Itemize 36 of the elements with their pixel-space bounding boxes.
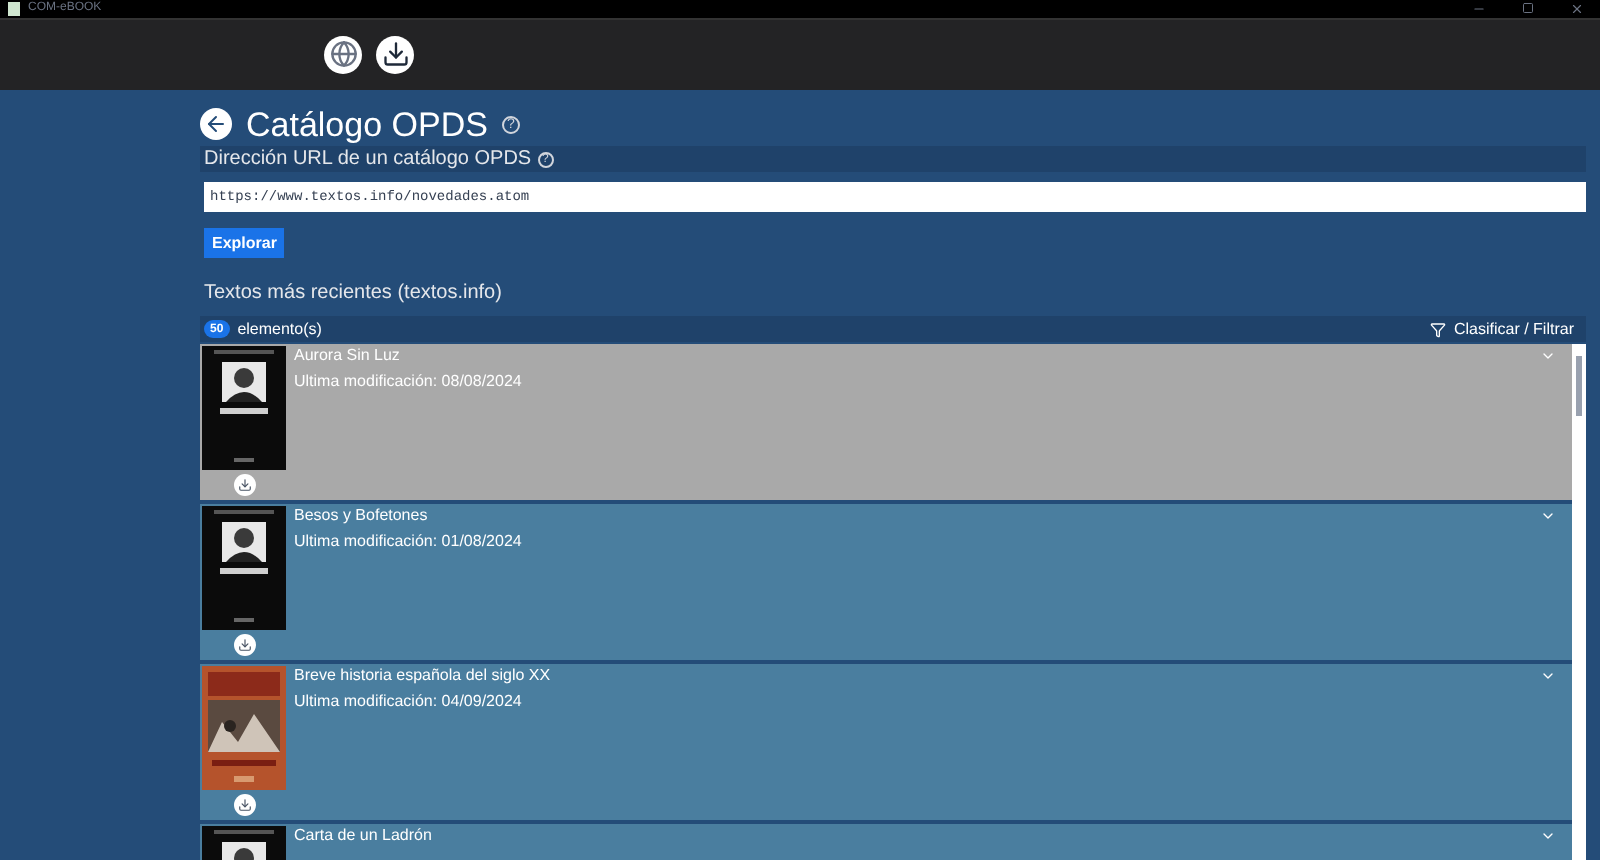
download-icon <box>237 638 251 652</box>
modified-date: Ultima modificación: 08/08/2024 <box>294 374 524 390</box>
book-title: Breve historia española del siglo XX <box>294 668 553 684</box>
download-icon <box>381 40 409 69</box>
maximize-icon[interactable] <box>1522 2 1534 15</box>
globe-button[interactable] <box>324 35 362 74</box>
back-icon <box>204 112 228 136</box>
book-row[interactable]: Carta de un Ladrón <box>200 824 1572 860</box>
expand-icon[interactable] <box>1540 508 1556 524</box>
app-icon <box>8 1 20 16</box>
catalog-title: Textos más recientes (textos.info) <box>204 284 504 304</box>
expand-icon[interactable] <box>1540 668 1556 684</box>
scroll-thumb[interactable] <box>1576 356 1582 416</box>
back-button[interactable] <box>200 108 232 140</box>
download-icon <box>237 478 251 492</box>
scrollbar[interactable] <box>1572 344 1586 860</box>
count-label: elemento(s) <box>237 321 322 337</box>
book-row[interactable]: Breve historia española del siglo XX Ultima modificación: 04/09/2024 <box>200 664 1572 820</box>
page-title: Catálogo OPDS <box>246 107 488 141</box>
section-label: Dirección URL de un catálogo OPDS <box>204 149 532 169</box>
book-title: Besos y Bofetones <box>294 508 430 524</box>
book-title: Aurora Sin Luz <box>294 348 402 364</box>
explore-button[interactable]: Explorar <box>204 228 285 258</box>
filter-icon[interactable] <box>1429 321 1446 337</box>
modified-date: Ultima modificación: 04/09/2024 <box>294 694 524 710</box>
book-row[interactable]: Aurora Sin Luz Ultima modificación: 08/08/2024 <box>200 344 1572 500</box>
book-row[interactable]: Besos y Bofetones Ultima modificación: 01/08/2024 <box>200 504 1572 660</box>
expand-icon[interactable] <box>1540 348 1556 364</box>
modified-date: Ultima modificación: 01/08/2024 <box>294 534 524 550</box>
expand-icon[interactable] <box>1540 828 1556 844</box>
download-icon <box>237 798 251 812</box>
globe-icon <box>329 40 357 69</box>
close-icon[interactable] <box>1570 1 1584 16</box>
sort-filter-button[interactable]: Clasificar / Filtrar <box>1453 321 1574 337</box>
book-title: Carta de un Ladrón <box>294 828 434 844</box>
download-button[interactable] <box>376 35 414 74</box>
